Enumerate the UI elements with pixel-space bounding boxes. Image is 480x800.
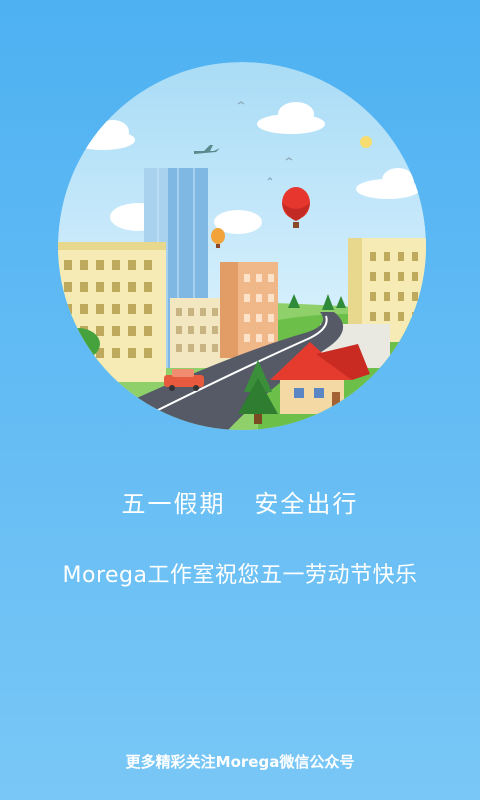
city-illustration bbox=[58, 62, 426, 430]
shrub bbox=[58, 328, 100, 360]
greeting-text: Morega工作室祝您五一劳动节快乐 bbox=[62, 563, 418, 588]
building-orange bbox=[220, 262, 278, 358]
sun bbox=[360, 136, 372, 148]
headline-text: 五一假期 安全出行 bbox=[121, 490, 359, 518]
footer-follow-text: 更多精彩关注Morega微信公众号 bbox=[125, 753, 355, 771]
building-yellow-left bbox=[58, 242, 166, 382]
